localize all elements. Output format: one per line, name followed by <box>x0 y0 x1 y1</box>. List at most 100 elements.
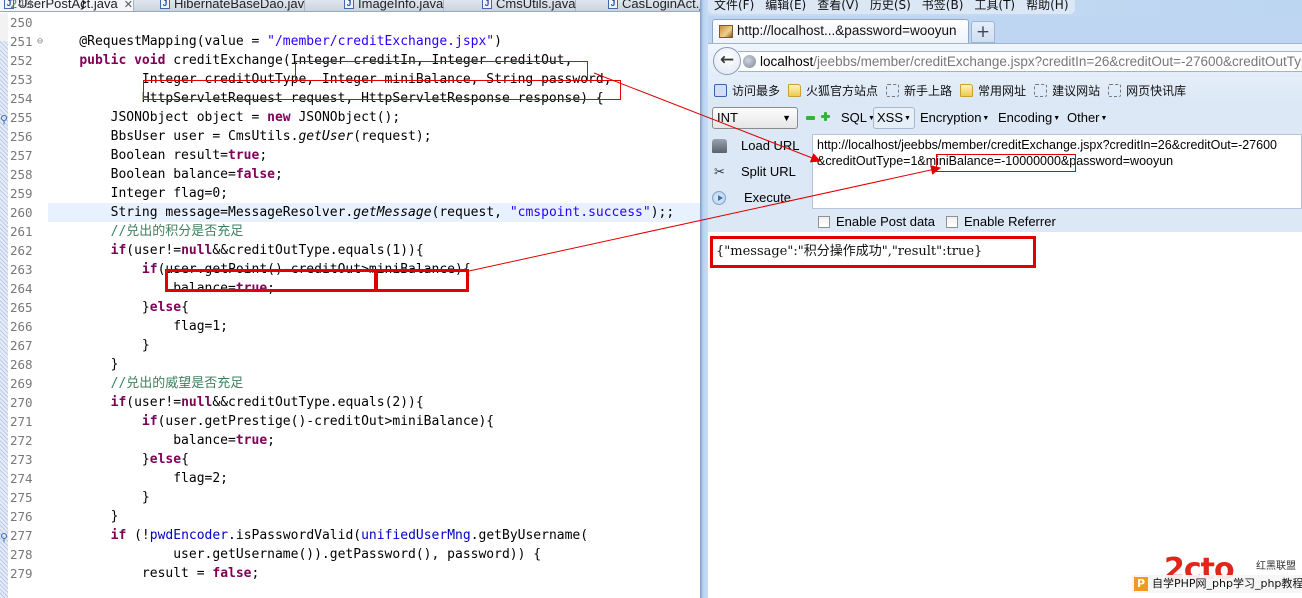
code-token: (user.getPrestige()-creditOut>miniBalanc… <box>157 414 495 429</box>
address-bar[interactable]: localhost/jeebbs/member/creditExchange.j… <box>738 51 1302 72</box>
load-url-button[interactable]: Load URL <box>708 134 808 158</box>
line-number-text: 249 <box>10 0 33 11</box>
code-line[interactable]: } <box>48 488 700 507</box>
caret-icon: ▼ <box>982 114 990 122</box>
code-line[interactable]: Integer flag=0; <box>48 184 700 203</box>
code-line[interactable]: Boolean result=true; <box>48 146 700 165</box>
menu-bookmarks[interactable]: 书签(B) <box>922 0 964 14</box>
code-line[interactable]: flag=1; <box>48 317 700 336</box>
code-token: JSONObject(); <box>290 110 401 125</box>
bookmark-item[interactable]: 网页快讯库 <box>1108 82 1186 99</box>
line-number: 249 <box>10 0 46 13</box>
code-line[interactable]: if(user.getPoint()-creditOut>miniBalance… <box>48 260 700 279</box>
code-token: String message=MessageResolver. <box>48 205 354 220</box>
code-line[interactable]: }else{ <box>48 298 700 317</box>
code-token: } <box>48 509 119 524</box>
code-line[interactable]: Integer creditOutType, Integer miniBalan… <box>48 70 700 89</box>
code-area[interactable]: } @RequestMapping(value = "/member/credi… <box>48 0 700 583</box>
page-icon <box>1034 84 1048 97</box>
fold-toggle-icon[interactable]: ⊖ <box>37 32 43 51</box>
code-token: &&creditOutType.equals(1)){ <box>212 243 424 258</box>
code-token: result = <box>48 566 213 581</box>
new-tab-button[interactable]: + <box>971 21 995 43</box>
code-line[interactable]: result = false; <box>48 564 700 583</box>
other-menu[interactable]: Other▼ <box>1067 107 1107 129</box>
code-line[interactable]: } <box>48 0 700 13</box>
encryption-menu[interactable]: Encryption▼ <box>920 107 989 129</box>
code-token: "/member/creditExchange.jspx" <box>267 34 495 49</box>
code-line[interactable]: //兑出的积分是否充足 <box>48 222 700 241</box>
increase-icon[interactable] <box>821 112 830 121</box>
line-number: 250 <box>10 13 46 32</box>
caret-icon: ▼ <box>1100 114 1108 122</box>
code-line[interactable]: if(user!=null&&creditOutType.equals(2)){ <box>48 393 700 412</box>
execute-button[interactable]: Execute <box>708 186 808 210</box>
menu-help[interactable]: 帮助(H) <box>1026 0 1068 14</box>
code-line[interactable]: } <box>48 355 700 374</box>
sql-menu[interactable]: SQL▼ <box>841 107 875 129</box>
bookmark-item[interactable]: 建议网站 <box>1034 82 1100 99</box>
decrease-icon[interactable] <box>806 116 815 120</box>
enable-referrer-checkbox[interactable]: Enable Referrer <box>946 215 1056 229</box>
bookmark-label: 网页快讯库 <box>1126 84 1187 98</box>
line-number-text: 250 <box>10 15 33 30</box>
menu-history[interactable]: 历史(S) <box>870 0 911 14</box>
code-token: null <box>181 395 213 410</box>
code-line[interactable]: Boolean balance=false; <box>48 165 700 184</box>
code-line[interactable]: balance=true; <box>48 279 700 298</box>
code-line[interactable]: if(user.getPrestige()-creditOut>miniBala… <box>48 412 700 431</box>
menu-tools[interactable]: 工具(T) <box>974 0 1015 14</box>
code-line[interactable]: HttpServletRequest request, HttpServletR… <box>48 89 700 108</box>
code-editor[interactable]: J UserPostAct.java ✕ J HibernateBaseDao.jav J… <box>0 0 700 598</box>
search-marker-icon[interactable]: ⚲ <box>0 110 8 129</box>
code-line[interactable]: JSONObject object = new JSONObject(); <box>48 108 700 127</box>
line-number: 270 <box>10 393 46 412</box>
folder-icon <box>960 84 974 97</box>
enable-post-checkbox[interactable]: Enable Post data <box>818 215 935 229</box>
code-line[interactable]: BbsUser user = CmsUtils.getUser(request)… <box>48 127 700 146</box>
site-identity-icon[interactable] <box>743 55 756 68</box>
code-token: .getByUsername( <box>470 528 589 543</box>
hackbar-url-textarea[interactable]: http://localhost/jeebbs/member/creditExc… <box>812 134 1302 209</box>
code-token: //兑出的威望是否充足 <box>110 376 244 391</box>
code-line[interactable]: String message=MessageResolver.getMessag… <box>48 203 700 222</box>
code-line[interactable]: user.getUsername()).getPassword(), passw… <box>48 545 700 564</box>
bookmark-item[interactable]: 火狐官方站点 <box>788 82 878 99</box>
bookmark-item[interactable]: 常用网址 <box>960 82 1026 99</box>
code-line[interactable]: public void creditExchange(Integer credi… <box>48 51 700 70</box>
bookmark-item[interactable]: 新手上路 <box>886 82 952 99</box>
menu-edit[interactable]: 编辑(E) <box>765 0 806 14</box>
code-token: new <box>267 110 291 125</box>
back-button[interactable]: ← <box>713 47 741 75</box>
split-url-button[interactable]: ✂ Split URL <box>708 160 808 184</box>
checkbox-icon <box>818 216 830 228</box>
bookmark-item[interactable]: 访问最多 <box>714 82 780 99</box>
line-number-text: 277 <box>10 528 33 543</box>
search-marker-icon[interactable]: ⚲ <box>0 528 8 547</box>
browser-tab-active[interactable]: http://localhost...&password=wooyun <box>712 19 969 44</box>
code-line[interactable]: }else{ <box>48 450 700 469</box>
type-select[interactable]: INT ▼ <box>712 107 798 129</box>
page-icon <box>886 84 900 97</box>
line-number-text: 275 <box>10 490 33 505</box>
code-line[interactable]: flag=2; <box>48 469 700 488</box>
code-line[interactable]: } <box>48 336 700 355</box>
encoding-menu[interactable]: Encoding▼ <box>998 107 1060 129</box>
code-line[interactable] <box>48 13 700 32</box>
code-line[interactable]: //兑出的威望是否充足 <box>48 374 700 393</box>
xss-menu[interactable]: XSS▼ <box>873 107 915 129</box>
menu-view[interactable]: 查看(V) <box>817 0 859 14</box>
code-line[interactable]: balance=true; <box>48 431 700 450</box>
code-token: pwdEncoder <box>149 528 229 543</box>
code-line[interactable]: @RequestMapping(value = "/member/creditE… <box>48 32 700 51</box>
encoding-menu-label: Encoding <box>998 110 1053 125</box>
menu-file[interactable]: 文件(F) <box>714 0 754 14</box>
code-line[interactable]: if (!pwdEncoder.isPasswordValid(unifiedU… <box>48 526 700 545</box>
code-line[interactable]: } <box>48 507 700 526</box>
tomcat-favicon-icon <box>719 25 733 38</box>
code-line[interactable]: if(user!=null&&creditOutType.equals(1)){ <box>48 241 700 260</box>
